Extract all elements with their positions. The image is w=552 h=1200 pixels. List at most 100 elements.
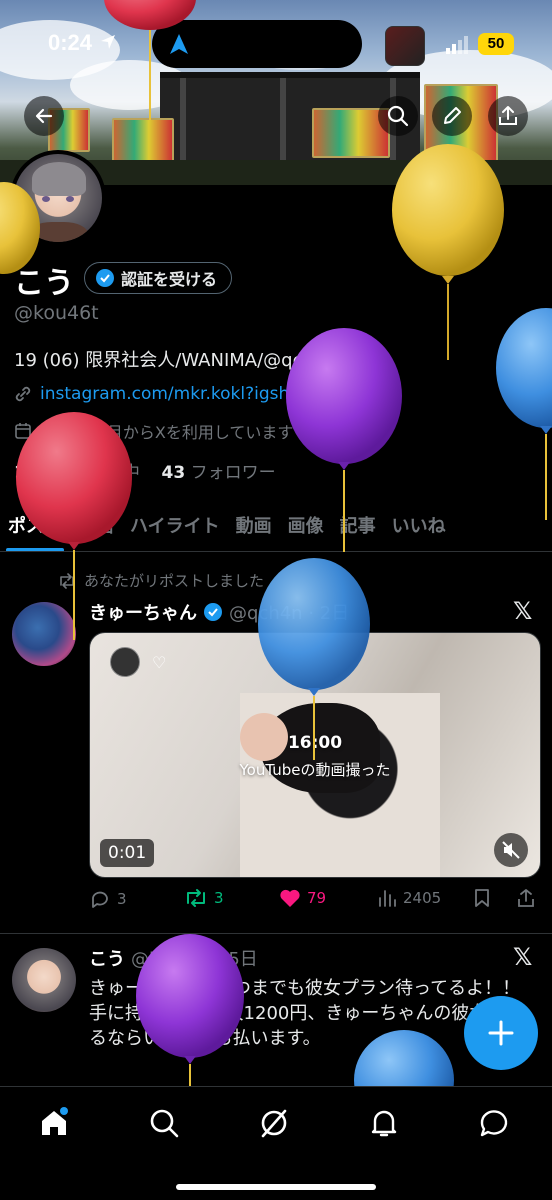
bookmark-button[interactable] [473, 888, 491, 908]
signal-icon [446, 36, 468, 54]
video-duration: 0:01 [100, 839, 155, 867]
tab-articles[interactable]: 記事 [332, 500, 384, 551]
post-actions: 3 3 79 2405 [89, 888, 541, 916]
profile-link-text[interactable]: instagram.com/mkr.kokl?igshi... [40, 384, 310, 404]
profile-avatar[interactable] [10, 150, 106, 246]
bookmark-icon [475, 889, 489, 907]
search-icon [387, 105, 409, 127]
post-avatar[interactable] [12, 948, 76, 1012]
get-verified-button[interactable]: 認証を受ける [84, 262, 233, 294]
nav-grok[interactable] [254, 1103, 294, 1143]
like-count: 79 [307, 889, 327, 907]
views-icon [379, 890, 396, 907]
share-icon [499, 106, 517, 125]
profile-handle: @kou46t [14, 302, 99, 324]
dynamic-island[interactable] [152, 20, 362, 68]
post-author-name[interactable]: こう [89, 945, 125, 971]
post-author-name[interactable]: きゅーちゃん [89, 599, 197, 625]
post-divider [0, 933, 552, 934]
followers-label: フォロワー [190, 463, 276, 483]
back-arrow-icon [35, 108, 53, 124]
reply-icon [92, 891, 108, 908]
share-post-button[interactable] [516, 888, 536, 908]
x-logo-icon: 𝕏 [513, 597, 533, 625]
share-button[interactable] [488, 96, 528, 136]
profile-name: こう [14, 266, 74, 301]
tab-likes[interactable]: いいね [384, 500, 454, 551]
profile-joined-text: 2022年7月からXを利用しています › [40, 423, 305, 442]
following-link[interactable]: 169 フォロー中 [14, 463, 140, 483]
x-logo-icon: 𝕏 [513, 943, 533, 971]
views-count: 2405 [403, 889, 442, 907]
video-caption-overlay: YouTubeの動画撮った [239, 761, 391, 779]
mute-icon [502, 841, 520, 859]
reply-count: 3 [117, 890, 127, 908]
post-handle-time: @qch4n · 2日 [229, 603, 350, 624]
link-icon [15, 386, 31, 402]
compose-plus-icon [488, 1020, 514, 1046]
get-verified-label: 認証を受ける [121, 270, 218, 289]
verified-badge-icon [96, 269, 114, 287]
profile-bio: 19 (06) 限界社会人/WANIMA/@qch4n🧡 [14, 350, 360, 371]
followers-link[interactable]: 43 フォロワー [162, 463, 276, 483]
post-header: きゅーちゃん @qch4n · 2日 [89, 599, 349, 625]
compose-button[interactable] [464, 996, 538, 1070]
heart-outline-icon: ♡ [152, 653, 167, 672]
edit-icon [444, 107, 461, 124]
repost-count: 3 [214, 889, 224, 907]
explore-icon [150, 1109, 179, 1138]
calendar-icon [15, 423, 31, 439]
repost-button[interactable]: 3 [184, 888, 224, 908]
tab-videos[interactable]: 動画 [228, 500, 280, 551]
reply-button[interactable]: 3 [89, 888, 127, 910]
post-avatar[interactable] [12, 602, 76, 666]
home-indicator [176, 1184, 376, 1190]
bottom-navigation [0, 1086, 552, 1200]
repost-note: あなたがリポストしました [58, 570, 264, 591]
profile-link[interactable]: instagram.com/mkr.kokl?igshi... [14, 384, 310, 404]
tab-photos[interactable]: 画像 [280, 500, 332, 551]
nav-explore[interactable] [144, 1103, 184, 1143]
balloon-blue-right [496, 308, 552, 520]
follow-stats: 169 フォロー中 43 フォロワー [14, 458, 276, 483]
video-mini-avatar [110, 647, 140, 677]
post-handle-time: @kou46t · 5日 [131, 949, 258, 970]
now-playing-album-icon[interactable] [385, 26, 425, 66]
share-icon [518, 889, 534, 907]
post-video[interactable]: ♡ 16:00 YouTubeの動画撮った 0:01 [89, 632, 541, 878]
tab-highlights[interactable]: ハイライト [122, 500, 228, 551]
nav-notifications[interactable] [364, 1103, 404, 1143]
followers-count: 43 [161, 463, 186, 483]
post-text: きゅーちゃん。いつまでも彼女プラン待ってるよ！！手に持ってる束1枚1200円、き… [89, 978, 524, 1049]
battery-indicator: 50 [478, 33, 514, 55]
repost-note-text: あなたがリポストしました [84, 572, 265, 590]
repost-icon [187, 889, 205, 907]
verified-badge-icon [204, 603, 222, 621]
video-time-overlay: 16:00 [287, 733, 343, 753]
edit-button[interactable] [432, 96, 472, 136]
messages-icon [480, 1110, 508, 1137]
like-button[interactable]: 79 [279, 888, 326, 908]
profile-tabs: ポスト 返信 ハイライト 動画 画像 記事 いいね [0, 500, 552, 552]
following-count: 169 [14, 463, 50, 483]
navigation-icon [170, 34, 188, 54]
search-button[interactable] [378, 96, 418, 136]
tab-replies[interactable]: 返信 [70, 500, 122, 551]
like-icon [280, 889, 300, 907]
views-button[interactable]: 2405 [377, 888, 441, 908]
grok-icon [261, 1109, 287, 1138]
profile-joined[interactable]: 2022年7月からXを利用しています › [14, 419, 305, 443]
nav-messages[interactable] [474, 1103, 514, 1143]
location-arrow-icon [101, 35, 115, 49]
notifications-icon [371, 1110, 397, 1137]
mute-button[interactable] [494, 833, 528, 867]
status-time: 0:24 [48, 30, 93, 55]
nav-home[interactable] [34, 1103, 74, 1143]
back-button[interactable] [24, 96, 64, 136]
tab-posts[interactable]: ポスト [0, 500, 70, 551]
home-icon [42, 1107, 68, 1135]
post-header: こう @kou46t · 5日 [89, 945, 258, 971]
repost-icon [60, 572, 74, 589]
status-bar: 0:24 50 [0, 0, 552, 88]
following-label: フォロー中 [54, 463, 140, 483]
